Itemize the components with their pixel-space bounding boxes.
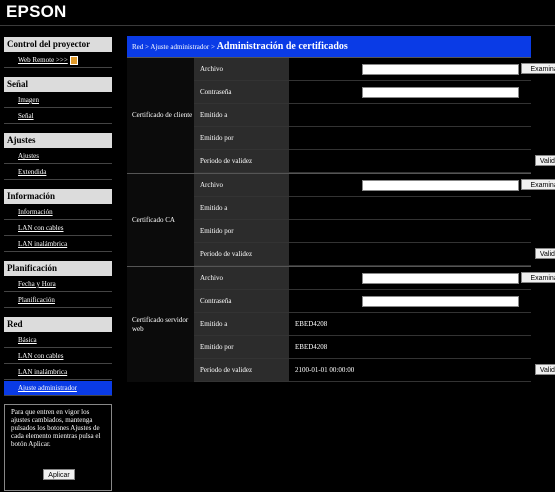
nav-section-planificacion: Planificación Fecha y Hora Planificación [4, 261, 112, 308]
nav-section-informacion: Información Información LAN con cables L… [4, 189, 112, 252]
row-label: Archivo [194, 174, 289, 196]
row-emitido-a: Emitido a [194, 197, 531, 220]
nav-item-fecha-hora[interactable]: Fecha y Hora [4, 277, 112, 292]
nav-section-red: Red Básica LAN con cables LAN inalámbric… [4, 317, 112, 396]
apply-button[interactable]: Aplicar [43, 469, 75, 480]
file-path-input[interactable] [362, 273, 519, 284]
page-title: Administración de certificados [216, 41, 348, 52]
main-panel: Red > Ajuste administrador > Administrac… [127, 36, 555, 382]
row-label: Emitido a [194, 313, 289, 335]
row-value [289, 127, 531, 149]
nav-section-title: Información [4, 189, 112, 204]
row-label: Periodo de validez [194, 243, 289, 265]
nav-item-web-remote[interactable]: Web Remote >>> [4, 53, 112, 68]
nav-section-title: Red [4, 317, 112, 332]
row-value [289, 243, 531, 265]
breadcrumb: Red > Ajuste administrador > [132, 43, 217, 51]
nav-item-label: Web Remote >>> [18, 56, 68, 64]
nav-item-basica[interactable]: Básica [4, 333, 112, 348]
nav-item-imagen[interactable]: Imagen [4, 93, 112, 108]
nav-item-informacion[interactable]: Información [4, 205, 112, 220]
password-input[interactable] [362, 87, 519, 98]
cert-group-client: Certificado de cliente Archivo Examinar.… [127, 57, 555, 173]
nav-item-ajustes[interactable]: Ajustes [4, 149, 112, 164]
nav-item-ajuste-administrador[interactable]: Ajuste administrador [4, 381, 112, 396]
row-label: Emitido por [194, 336, 289, 358]
row-label: Contraseña [194, 81, 289, 103]
row-label: Periodo de validez [194, 150, 289, 172]
group-label: Certificado servidor web [127, 267, 194, 382]
row-label: Emitido por [194, 127, 289, 149]
row-value [289, 197, 531, 219]
validate-button[interactable]: Validar [535, 248, 555, 259]
page-header: Red > Ajuste administrador > Administrac… [127, 36, 531, 57]
row-archivo: Archivo Examinar... [194, 267, 555, 290]
nav-section-title: Señal [4, 77, 112, 92]
group-label: Certificado de cliente [127, 58, 194, 173]
row-periodo: Periodo de validez Validar [194, 243, 555, 266]
nav-item-senal[interactable]: Señal [4, 109, 112, 124]
row-periodo: Periodo de validez 2100-01-01 00:00:00 V… [194, 359, 555, 382]
nav-section-title: Control del proyector [4, 37, 112, 52]
nav-section-control: Control del proyector Web Remote >>> [4, 37, 112, 68]
row-value [289, 220, 531, 242]
row-label: Periodo de validez [194, 359, 289, 381]
row-value [289, 150, 531, 172]
nav-section-senal: Señal Imagen Señal [4, 77, 112, 124]
file-path-input[interactable] [362, 180, 519, 191]
row-value: 2100-01-01 00:00:00 [289, 359, 531, 381]
row-label: Archivo [194, 267, 289, 289]
nav-item-lan-cables[interactable]: LAN con cables [4, 349, 112, 364]
apply-note-text: Para que entren en vigor los ajustes cam… [11, 408, 101, 448]
row-emitido-a: Emitido a [194, 104, 531, 127]
file-path-input[interactable] [362, 64, 519, 75]
apply-note-box: Para que entren en vigor los ajustes cam… [4, 404, 112, 491]
row-periodo: Periodo de validez Validar [194, 150, 555, 173]
nav-section-title: Ajustes [4, 133, 112, 148]
row-emitido-a: Emitido a EBED4208 [194, 313, 531, 336]
row-label: Archivo [194, 58, 289, 80]
browse-button[interactable]: Examinar... [521, 272, 555, 283]
row-value: EBED4208 [289, 313, 531, 335]
header-divider [0, 25, 555, 26]
nav-section-ajustes: Ajustes Ajustes Extendida [4, 133, 112, 180]
web-remote-icon [69, 55, 78, 65]
row-emitido-por: Emitido por [194, 127, 531, 150]
nav-item-lan-inalambrica[interactable]: LAN inalámbrica [4, 237, 112, 252]
row-archivo: Archivo Examinar... [194, 174, 555, 197]
password-input[interactable] [362, 296, 519, 307]
group-label: Certificado CA [127, 174, 194, 266]
epson-logo: EPSON [6, 2, 67, 21]
row-value [289, 104, 531, 126]
row-label: Emitido a [194, 197, 289, 219]
row-value: EBED4208 [289, 336, 531, 358]
nav-item-planificacion[interactable]: Planificación [4, 293, 112, 308]
row-label: Contraseña [194, 290, 289, 312]
browse-button[interactable]: Examinar... [521, 63, 555, 74]
nav-item-lan-cables[interactable]: LAN con cables [4, 221, 112, 236]
browse-button[interactable]: Examinar... [521, 179, 555, 190]
row-label: Emitido por [194, 220, 289, 242]
validate-button[interactable]: Validar [535, 155, 555, 166]
cert-group-web-server: Certificado servidor web Archivo Examina… [127, 266, 555, 382]
row-archivo: Archivo Examinar... [194, 58, 555, 81]
nav-item-lan-inalambrica[interactable]: LAN inalámbrica [4, 365, 112, 380]
cert-group-ca: Certificado CA Archivo Examinar... Emiti… [127, 173, 555, 266]
nav-section-title: Planificación [4, 261, 112, 276]
sidebar: Control del proyector Web Remote >>> Señ… [4, 37, 112, 405]
row-contrasena: Contraseña [194, 290, 531, 313]
validate-button[interactable]: Validar [535, 364, 555, 375]
row-contrasena: Contraseña [194, 81, 531, 104]
row-emitido-por: Emitido por EBED4208 [194, 336, 531, 359]
row-label: Emitido a [194, 104, 289, 126]
nav-item-extendida[interactable]: Extendida [4, 165, 112, 180]
row-emitido-por: Emitido por [194, 220, 531, 243]
